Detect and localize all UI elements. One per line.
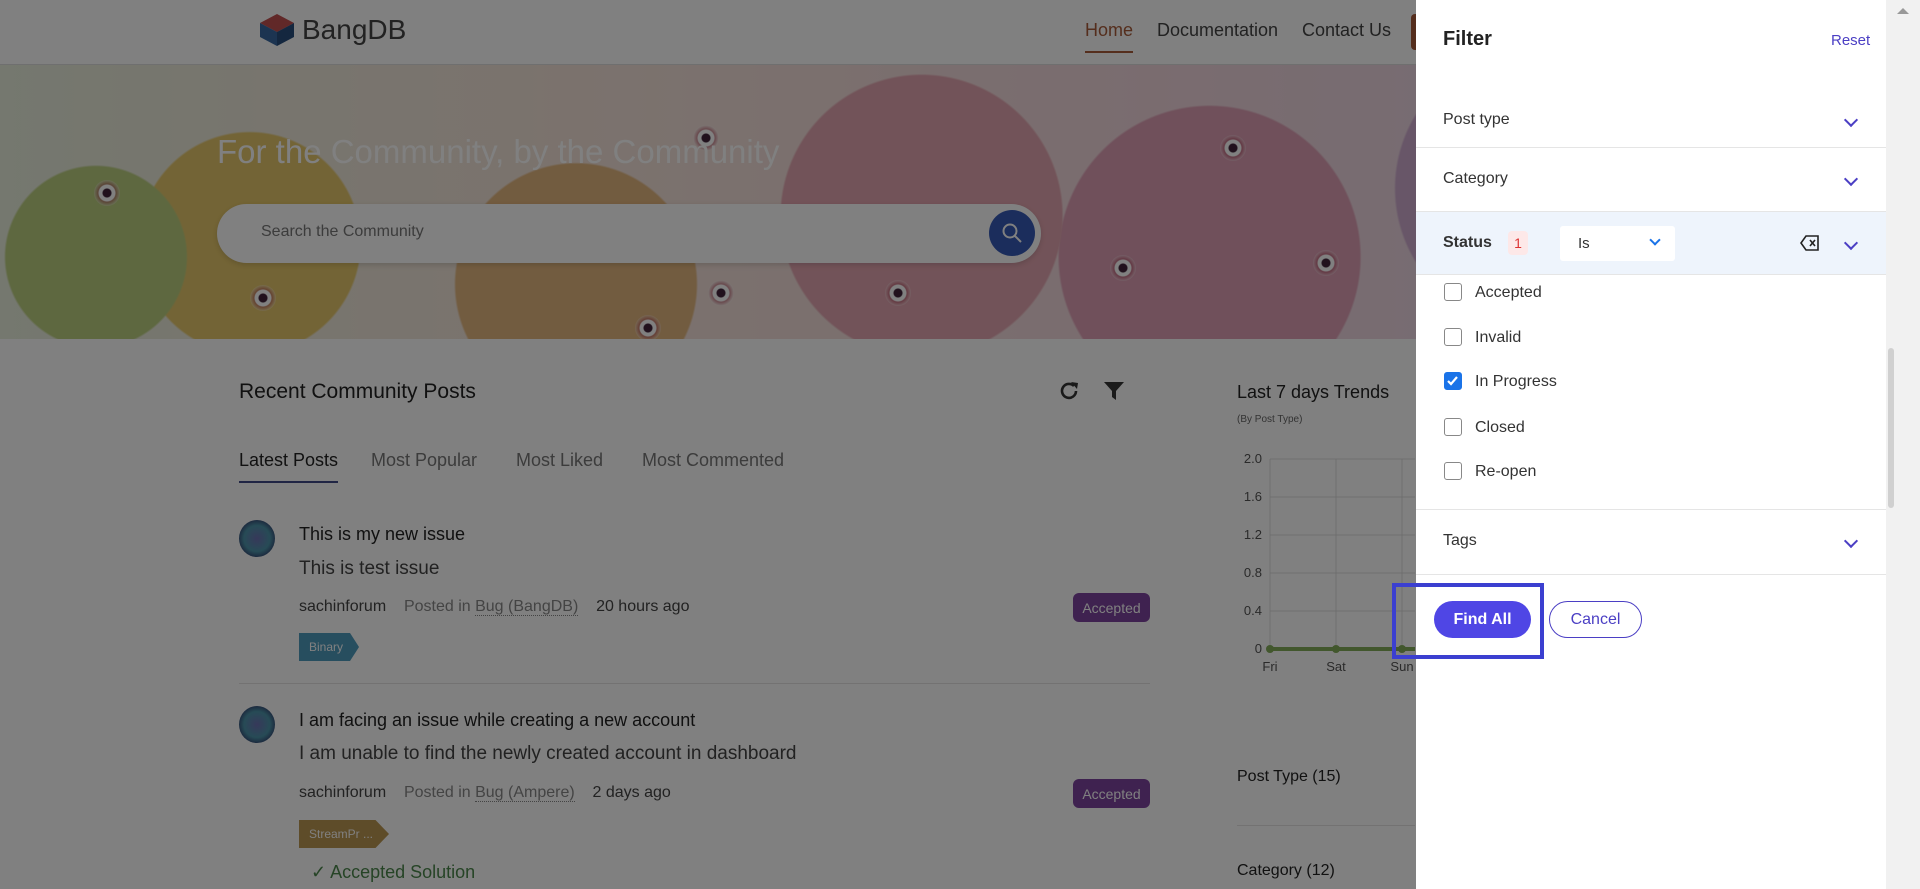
filter-icon[interactable] [1103, 380, 1125, 402]
post-title[interactable]: This is my new issue [299, 524, 465, 545]
chevron-down-icon [1843, 171, 1859, 187]
divider [1237, 825, 1415, 826]
scrollbar-thumb[interactable] [1888, 348, 1894, 508]
trends-title: Last 7 days Trends [1237, 382, 1390, 402]
hero-title: For the Community, by the Community [217, 133, 780, 170]
data-point [1332, 645, 1340, 653]
refresh-icon[interactable] [1058, 380, 1080, 402]
avatar[interactable] [239, 520, 275, 557]
status-option-checkbox[interactable] [1444, 418, 1462, 436]
post-meta: sachinforum Posted in Bug (Ampere) 2 day… [299, 784, 671, 802]
status-option-label[interactable]: Invalid [1475, 329, 1521, 347]
posted-in-label: Posted in [403, 784, 471, 801]
status-option-checkbox[interactable] [1444, 462, 1462, 480]
section-label: Post type [1443, 111, 1510, 128]
section-label: Status [1443, 234, 1492, 251]
filter-section-tags[interactable]: Tags [1416, 515, 1886, 567]
y-tick-label: 0 [1255, 641, 1262, 656]
scroll-up-icon[interactable] [1897, 8, 1909, 14]
status-option-checkbox[interactable] [1444, 328, 1462, 346]
post-time: 2 days ago [592, 784, 671, 801]
post-description: I am unable to find the newly created ac… [299, 743, 797, 764]
chevron-down-icon [1843, 112, 1859, 128]
status-option-label[interactable]: Accepted [1475, 284, 1542, 302]
cancel-button[interactable]: Cancel [1549, 601, 1642, 638]
nav-contact-us[interactable]: Contact Us [1302, 20, 1391, 41]
tab-most-liked[interactable]: Most Liked [516, 450, 603, 471]
status-option-label[interactable]: In Progress [1475, 373, 1557, 391]
y-tick-label: 1.6 [1244, 489, 1262, 504]
section-title: Recent Community Posts [239, 380, 476, 403]
find-all-button[interactable]: Find All [1434, 601, 1531, 638]
search-icon [1002, 223, 1022, 243]
tab-most-popular[interactable]: Most Popular [371, 450, 477, 471]
y-tick-label: 0.8 [1244, 565, 1262, 580]
clear-backspace-icon[interactable] [1800, 235, 1820, 251]
chevron-down-icon [1843, 533, 1859, 549]
trends-subtitle: (By Post Type) [1237, 414, 1303, 425]
x-tick-label: Sat [1326, 659, 1346, 674]
y-tick-label: 1.2 [1244, 527, 1262, 542]
post-category-link[interactable]: Bug (Ampere) [475, 784, 575, 802]
category-heading[interactable]: Category (12) [1237, 862, 1335, 880]
community-search [217, 204, 1041, 263]
status-badge: Accepted [1073, 779, 1150, 808]
tab-latest-posts[interactable]: Latest Posts [239, 450, 339, 483]
status-option-label[interactable]: Re-open [1475, 463, 1536, 481]
chevron-down-icon [1649, 234, 1661, 246]
post-category-link[interactable]: Bug (BangDB) [475, 598, 579, 616]
y-tick-label: 2.0 [1244, 451, 1262, 466]
check-icon [1447, 376, 1458, 386]
x-tick-label: Sun [1390, 659, 1413, 674]
operator-value: Is [1578, 235, 1590, 252]
tab-most-commented[interactable]: Most Commented [642, 450, 784, 471]
post-meta: sachinforum Posted in Bug (BangDB) 20 ho… [299, 598, 689, 616]
filter-section-status[interactable]: Status 1 Is [1416, 212, 1886, 274]
chevron-down-icon [1843, 235, 1859, 251]
status-option-checkbox[interactable] [1444, 283, 1462, 301]
status-operator-select[interactable]: Is [1560, 226, 1675, 261]
section-label: Tags [1443, 532, 1477, 549]
post-type-heading[interactable]: Post Type (15) [1237, 768, 1341, 786]
logo-cube-icon [260, 14, 294, 46]
accepted-solution-link[interactable]: ✓ Accepted Solution [311, 862, 475, 883]
status-option-checkbox[interactable] [1444, 372, 1462, 390]
status-option-label[interactable]: Closed [1475, 419, 1525, 437]
search-input[interactable] [261, 223, 961, 241]
x-tick-label: Fri [1262, 659, 1277, 674]
nav-documentation[interactable]: Documentation [1157, 20, 1278, 41]
search-button[interactable] [989, 210, 1035, 256]
filter-section-category[interactable]: Category [1416, 153, 1886, 205]
post-title[interactable]: I am facing an issue while creating a ne… [299, 710, 695, 731]
brand-logo[interactable]: BangDB [258, 12, 406, 48]
brand-name: BangDB [302, 14, 407, 45]
status-badge: Accepted [1073, 593, 1150, 622]
reset-link[interactable]: Reset [1831, 32, 1870, 49]
filter-panel: Filter Reset Post type Category Status 1… [1392, 0, 1886, 889]
nav-home[interactable]: Home [1085, 20, 1134, 53]
data-point [1266, 645, 1274, 653]
post-author[interactable]: sachinforum [299, 598, 386, 615]
section-label: Category [1443, 170, 1508, 187]
posted-in-label: Posted in [403, 598, 471, 615]
filter-title: Filter [1443, 28, 1492, 50]
post-time: 20 hours ago [596, 598, 690, 615]
filter-section-post-type[interactable]: Post type [1416, 94, 1886, 146]
post-tag[interactable]: StreamPr ... [299, 820, 390, 848]
divider [239, 683, 1150, 684]
post-author[interactable]: sachinforum [299, 784, 386, 801]
y-tick-label: 0.4 [1244, 603, 1262, 618]
status-count-badge: 1 [1508, 231, 1528, 255]
avatar[interactable] [239, 706, 275, 743]
post-description: This is test issue [299, 558, 440, 579]
post-tag[interactable]: Binary [299, 633, 360, 661]
